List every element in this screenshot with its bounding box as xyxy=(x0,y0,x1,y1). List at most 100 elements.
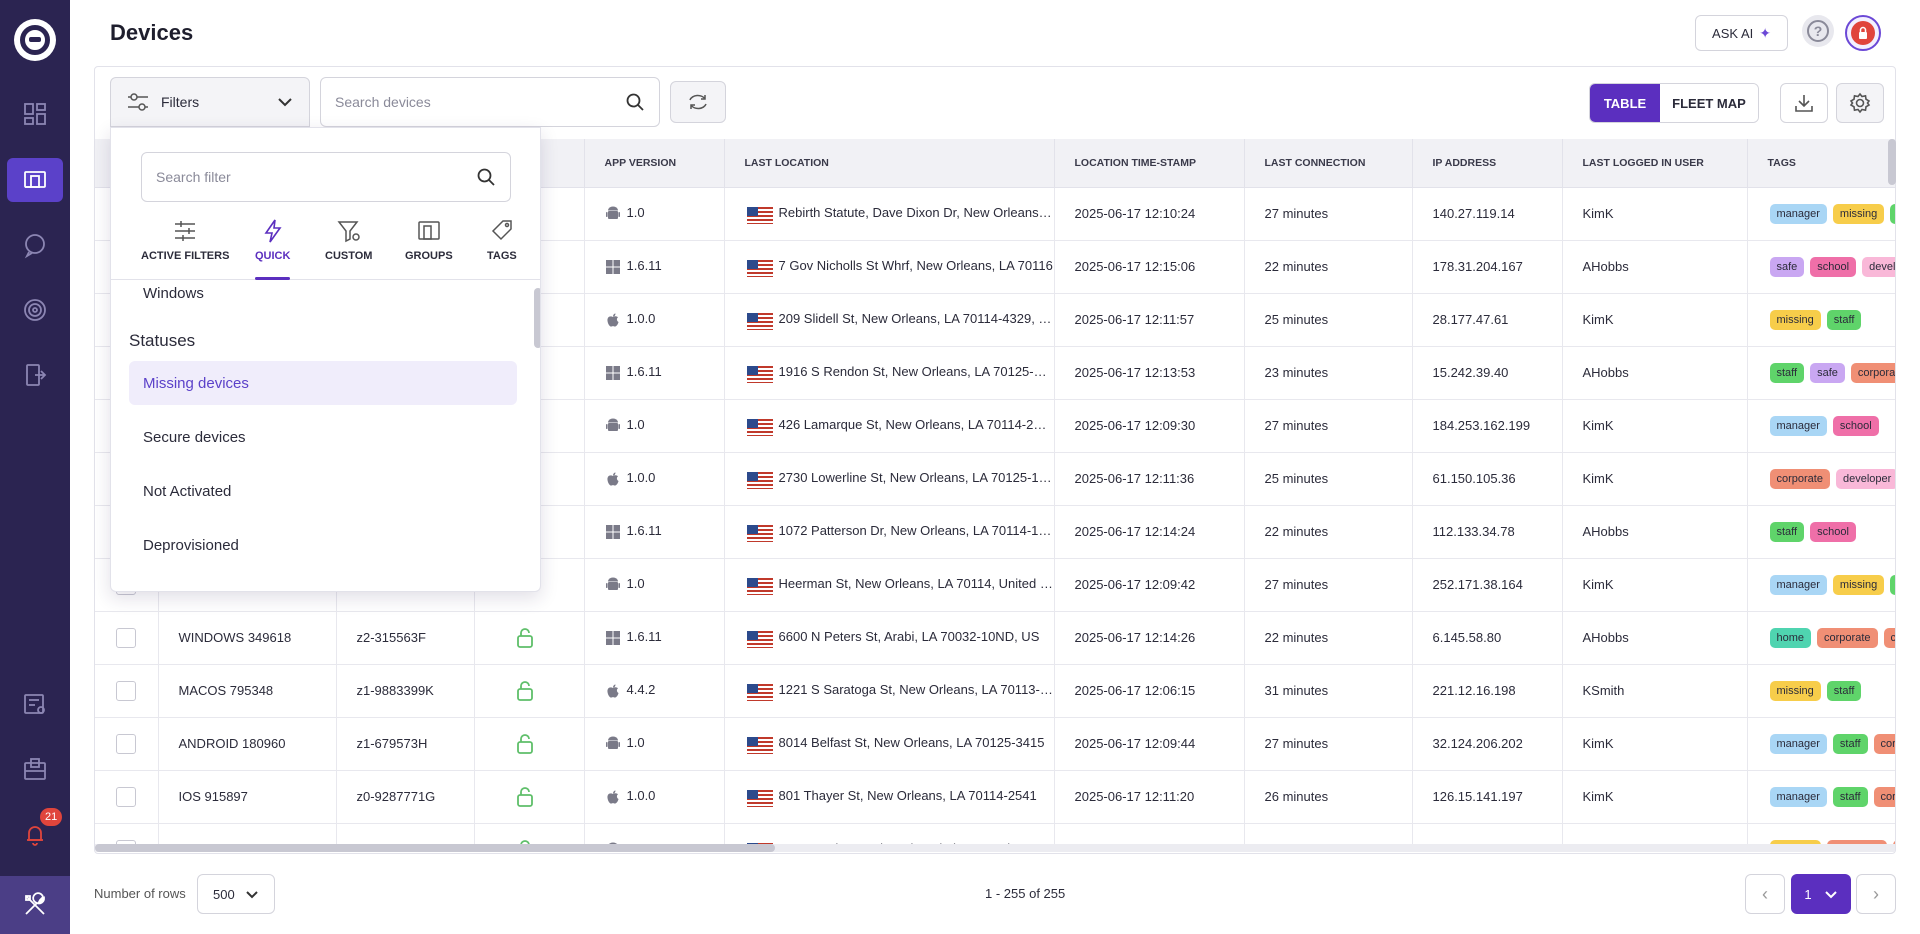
table-settings-button[interactable] xyxy=(1836,83,1884,123)
tag-badge[interactable]: missing xyxy=(1832,574,1885,595)
tag-badge[interactable]: staff xyxy=(1832,733,1868,754)
previous-page-button[interactable]: ‹ xyxy=(1745,874,1785,914)
tag-badge[interactable]: school xyxy=(1810,256,1857,277)
tag-badge[interactable]: safe xyxy=(1810,362,1845,383)
nav-apps[interactable] xyxy=(7,747,63,791)
column-header-last-connection[interactable]: Last connection xyxy=(1244,139,1413,188)
app-version-cell: 1.0 xyxy=(584,187,725,241)
table-row[interactable]: IOS 915897 z0-9287771G 1.0.0 801 Thayer St,… xyxy=(95,770,1895,824)
tag-badge[interactable]: safe xyxy=(1769,256,1805,277)
tag-badge[interactable]: developer xyxy=(1862,256,1895,277)
tag-badge[interactable]: staff xyxy=(1826,309,1862,330)
tag-badge[interactable]: staff xyxy=(1890,574,1895,595)
tag-badge[interactable]: corporate xyxy=(1873,733,1895,754)
filter-search xyxy=(141,152,511,202)
column-header-last-user[interactable]: Last logged in user xyxy=(1562,139,1748,188)
tab-groups[interactable]: GROUPS xyxy=(405,218,453,280)
tag-badge[interactable]: manager xyxy=(1769,574,1827,595)
tag-badge[interactable]: school xyxy=(1832,415,1879,436)
tag-badge[interactable]: missing xyxy=(1769,680,1821,701)
horizontal-scroll-thumb[interactable] xyxy=(95,844,775,852)
download-icon xyxy=(1795,95,1813,112)
nav-chat[interactable] xyxy=(7,223,63,267)
help-button[interactable]: ? xyxy=(1802,15,1834,47)
tag-badge[interactable]: corporate xyxy=(1817,627,1878,648)
quick-filter-not-activated[interactable]: Not Activated xyxy=(129,469,517,513)
tag-badge[interactable]: staff xyxy=(1826,680,1862,701)
table-row[interactable]: ANDROID 180960 z1-679573H 1.0 8014 Belfast … xyxy=(95,717,1895,771)
tab-table[interactable]: TABLE xyxy=(1590,84,1660,122)
app-version: 1.6.11 xyxy=(626,258,662,274)
next-page-button[interactable]: › xyxy=(1856,874,1896,914)
column-header-app-version[interactable]: App version xyxy=(584,139,725,188)
column-header-tags[interactable]: Tags xyxy=(1747,139,1895,188)
tag-badge[interactable]: staff xyxy=(1832,786,1868,807)
nav-export[interactable] xyxy=(7,353,63,397)
tag-badge[interactable]: manager xyxy=(1769,203,1827,224)
download-button[interactable] xyxy=(1780,83,1828,123)
filter-list-scrollbar[interactable] xyxy=(534,288,540,348)
horizontal-scrollbar[interactable] xyxy=(95,844,1895,852)
admin-tools-button[interactable] xyxy=(0,876,70,934)
table-row[interactable]: MACOS 795348 z1-9883399K 4.4.2 1221 S Sarat… xyxy=(95,664,1895,718)
tag-badge[interactable]: manager xyxy=(1769,733,1827,754)
ask-ai-button[interactable]: ASK AI ✦ xyxy=(1695,15,1788,51)
filter-search-input[interactable] xyxy=(156,169,476,185)
device-name[interactable]: ANDROID 180960 xyxy=(158,717,337,771)
tag-badge[interactable]: manager xyxy=(1769,786,1827,807)
tag-badge[interactable]: school xyxy=(1810,521,1856,542)
rows-per-page-select[interactable]: 500 xyxy=(197,874,275,914)
device-name[interactable]: MACOS 795348 xyxy=(158,664,337,718)
nav-target[interactable] xyxy=(7,288,63,332)
last-location: 6600 N Peters St, Arabi, LA 70032-10ND, … xyxy=(778,628,1040,644)
filters-dropdown-button[interactable]: Filters xyxy=(110,77,310,127)
quick-filter-deprovisioned[interactable]: Deprovisioned xyxy=(129,523,517,567)
app-logo[interactable] xyxy=(14,19,56,61)
tag-badge[interactable]: developer xyxy=(1835,468,1895,489)
tag-badge[interactable]: missing xyxy=(1832,203,1885,224)
tag-badge[interactable]: staff xyxy=(1890,203,1895,224)
tag-badge[interactable]: missing xyxy=(1769,309,1821,330)
location-timestamp: 2025-06-17 12:14:26 xyxy=(1054,611,1245,665)
tag-badge[interactable]: manager xyxy=(1769,415,1827,436)
tags-cell: corporate developer xyxy=(1747,452,1895,506)
search-icon[interactable] xyxy=(476,167,496,187)
column-header-last-location[interactable]: Last location xyxy=(724,139,1055,188)
tag-badge[interactable]: staff xyxy=(1769,521,1805,542)
table-row[interactable]: WINDOWS 349618 z2-315563F 1.6.11 6600 N Pet… xyxy=(95,611,1895,665)
tab-active-filters[interactable]: ACTIVE FILTERS xyxy=(141,218,229,280)
tags-cell: missing staff xyxy=(1747,664,1895,718)
tag-badge[interactable]: staff xyxy=(1769,362,1805,383)
tab-tags[interactable]: TAGS xyxy=(487,218,517,280)
row-checkbox[interactable] xyxy=(116,733,137,754)
current-page-select[interactable]: 1 xyxy=(1791,874,1851,914)
quick-filter-item-windows[interactable]: Windows xyxy=(143,285,204,302)
tab-fleet-map[interactable]: FLEET MAP xyxy=(1660,84,1758,122)
row-checkbox[interactable] xyxy=(116,786,137,807)
tab-custom[interactable]: CUSTOM xyxy=(325,218,372,280)
column-header-ip-address[interactable]: IP address xyxy=(1412,139,1563,188)
tag-badge[interactable]: corporate xyxy=(1883,627,1895,648)
device-name[interactable]: WINDOWS 349618 xyxy=(158,611,337,665)
refresh-button[interactable] xyxy=(670,81,726,123)
device-name[interactable]: ANDROID 560079 xyxy=(158,823,337,845)
quick-filter-secure-devices[interactable]: Secure devices xyxy=(129,415,517,459)
device-search-input[interactable] xyxy=(335,94,625,110)
table-row[interactable]: ANDROID 560079Y9-8336778f 1.01122 Oretha … xyxy=(95,823,1895,845)
tag-badge[interactable]: corporate xyxy=(1850,362,1895,383)
tag-badge[interactable]: corporate xyxy=(1873,786,1895,807)
tag-badge[interactable]: home xyxy=(1769,627,1812,648)
row-checkbox[interactable] xyxy=(116,627,137,648)
row-checkbox[interactable] xyxy=(116,680,137,701)
quick-filter-missing-devices[interactable]: Missing devices xyxy=(129,361,517,405)
user-menu-button[interactable] xyxy=(1845,15,1881,51)
vertical-scroll-thumb[interactable] xyxy=(1888,139,1896,185)
column-header-location-timestamp[interactable]: Location time-stamp xyxy=(1054,139,1245,188)
search-icon[interactable] xyxy=(625,92,645,112)
nav-reports[interactable] xyxy=(7,682,63,726)
tab-quick[interactable]: QUICK xyxy=(255,218,291,280)
device-name[interactable]: IOS 915897 xyxy=(158,770,337,824)
nav-devices[interactable] xyxy=(7,158,63,202)
tag-badge[interactable]: corporate xyxy=(1769,468,1830,489)
nav-dashboard[interactable] xyxy=(7,92,63,136)
